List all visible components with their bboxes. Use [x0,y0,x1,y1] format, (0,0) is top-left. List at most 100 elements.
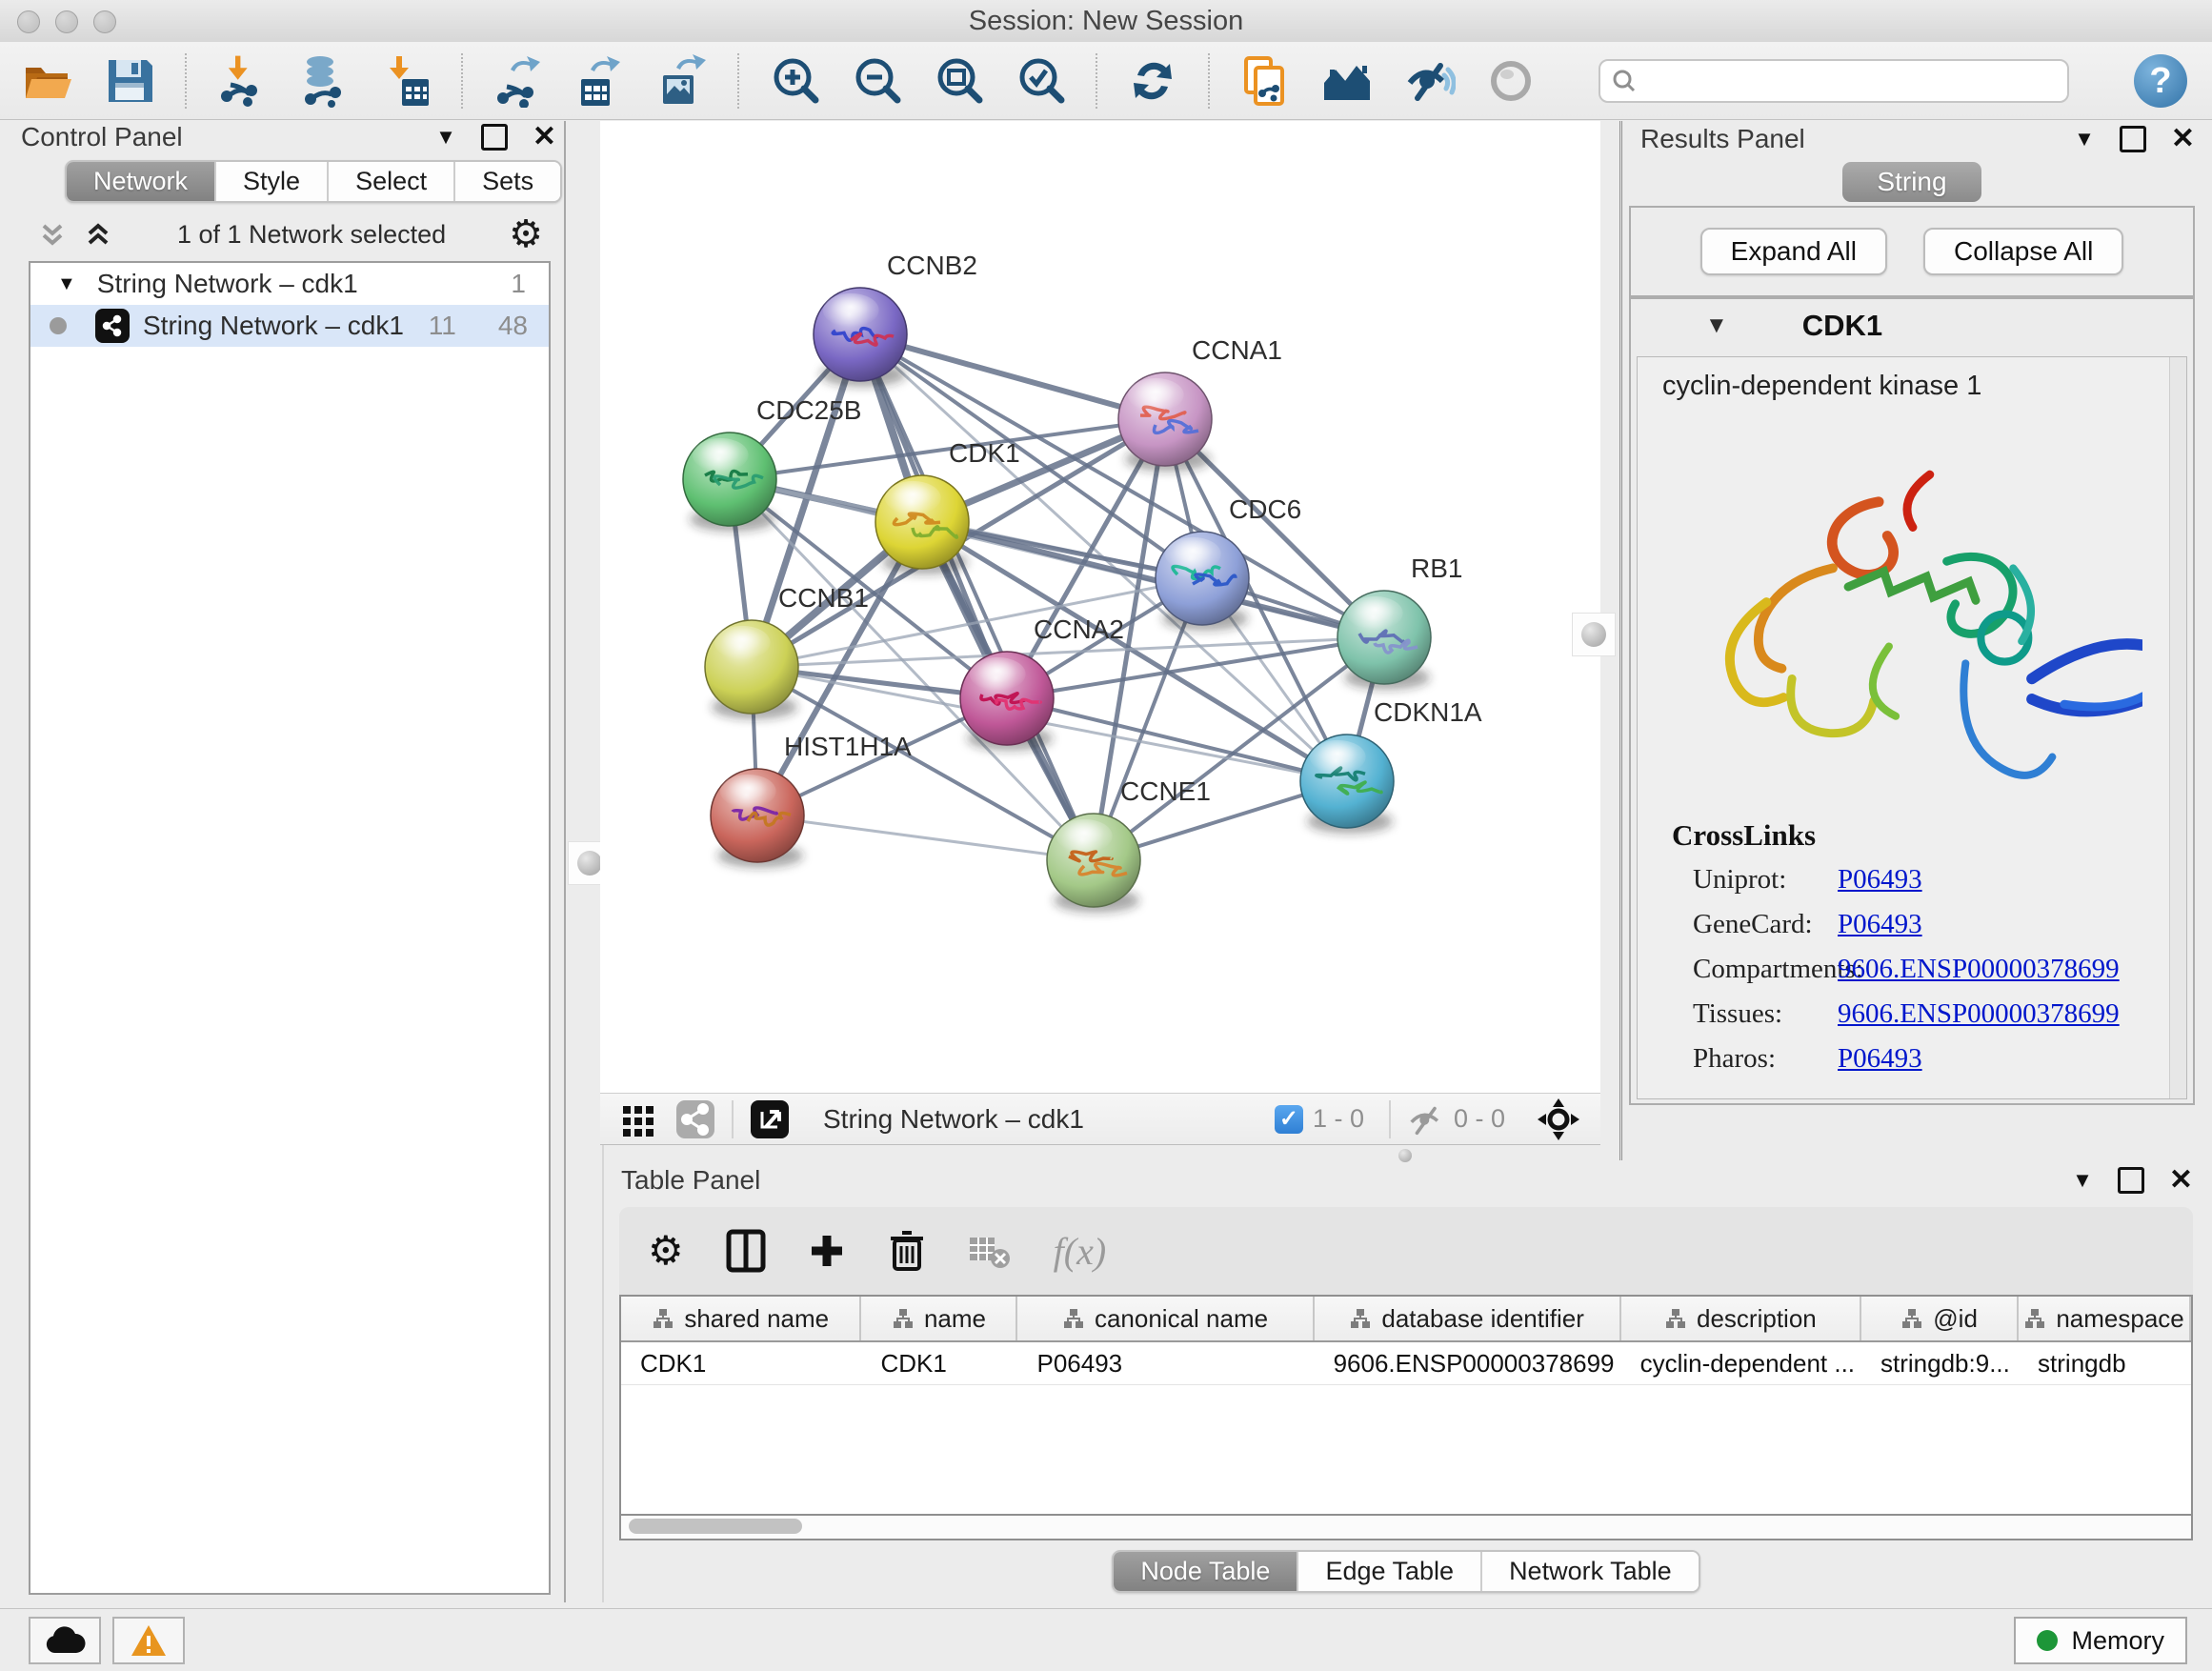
crosslink-value-link[interactable]: 9606.ENSP00000378699 [1838,998,2120,1030]
help-button[interactable]: ? [2134,54,2187,108]
tree-expander-icon[interactable]: ▼ [57,273,76,295]
table-hscrollbar-thumb[interactable] [629,1519,802,1534]
search-input[interactable] [1646,65,2056,96]
refresh-icon[interactable] [1126,54,1179,108]
tab-string[interactable]: String [1842,162,1981,202]
delete-column-icon[interactable] [888,1229,926,1273]
delete-table-icon[interactable] [968,1232,1012,1270]
columns-icon[interactable] [726,1229,766,1273]
hide-selected-icon[interactable] [1402,54,1456,108]
birdseye-icon[interactable] [1536,1097,1581,1142]
horizontal-splitter-handle[interactable] [1393,1149,1418,1162]
crosslink-value-link[interactable]: P06493 [1838,909,1922,940]
network-node-cdkn1a[interactable]: CDKN1A [1300,697,1482,834]
network-node-rb1[interactable]: RB1 [1337,554,1462,690]
search-box[interactable] [1599,59,2069,103]
tab-sets[interactable]: Sets [455,162,560,201]
zoom-selected-icon[interactable] [1014,54,1067,108]
network-node-ccnb1[interactable]: CCNB1 [705,583,869,719]
column-header-name[interactable]: name [861,1297,1017,1340]
zoom-in-icon[interactable] [768,54,821,108]
expand-all-button[interactable]: Expand All [1700,228,1887,275]
collapse-all-icon[interactable] [36,218,69,251]
column-header-label: database identifier [1381,1304,1583,1334]
tab-network-table[interactable]: Network Table [1482,1552,1699,1591]
network-badge-gray-icon[interactable] [674,1098,716,1140]
panel-close-icon[interactable]: ✕ [2171,129,2195,150]
export-image-icon[interactable] [655,54,709,108]
warnings-button[interactable] [112,1617,185,1664]
network-edge[interactable] [860,334,1094,860]
copy-network-icon[interactable] [1238,54,1292,108]
show-all-icon[interactable] [1484,54,1538,108]
column-header-shared-name[interactable]: shared name [621,1297,861,1340]
tab-node-table[interactable]: Node Table [1114,1552,1298,1591]
tab-edge-table[interactable]: Edge Table [1298,1552,1482,1591]
table-cell[interactable]: CDK1 [861,1342,1017,1384]
table-cell[interactable]: 9606.ENSP00000378699 [1315,1342,1621,1384]
import-table-icon[interactable] [379,54,432,108]
table-cell[interactable]: CDK1 [621,1342,861,1384]
network-node-cdk1[interactable]: CDK1 [875,438,1020,574]
zoom-out-icon[interactable] [850,54,903,108]
network-canvas[interactable]: CCNB2CCNA1CDC25BCDK1CDC6RB1CCNB1CCNA2CDK… [600,121,1600,1093]
panel-menu-icon[interactable]: ▼ [2074,127,2095,151]
memory-button[interactable]: Memory [2014,1617,2187,1664]
panel-float-icon[interactable] [481,124,508,151]
network-edge[interactable] [757,815,1094,860]
network-node-ccne1[interactable]: CCNE1 [1047,776,1211,913]
table-settings-gear-icon[interactable]: ⚙ [648,1231,684,1271]
network-node-hist1h1a[interactable]: HIST1H1A [711,732,912,868]
panel-close-icon[interactable]: ✕ [2169,1170,2193,1191]
cloud-button[interactable] [29,1617,101,1664]
new-network-icon[interactable] [492,54,545,108]
gear-icon[interactable]: ⚙ [509,215,543,253]
import-network-icon[interactable] [215,54,269,108]
expand-all-icon[interactable] [82,218,114,251]
tab-network[interactable]: Network [67,162,216,201]
control-panel: Control Panel ▼ ✕ NetworkStyleSelectSets… [11,122,564,1602]
network-row-selected[interactable]: String Network – cdk1 11 48 [30,305,549,347]
add-column-icon[interactable] [808,1232,846,1270]
entry-expander-icon[interactable]: ▼ [1705,312,1728,339]
crosslink-value-link[interactable]: 9606.ENSP00000378699 [1838,954,2120,985]
detach-view-icon[interactable] [749,1098,791,1140]
entry-header[interactable]: ▼ CDK1 [1631,299,2193,352]
column-header-description[interactable]: description [1621,1297,1861,1340]
function-builder-icon[interactable]: f(x) [1054,1229,1107,1274]
import-database-icon[interactable] [297,54,351,108]
collection-count: 1 [511,269,526,299]
new-table-icon[interactable] [573,54,627,108]
table-row[interactable]: CDK1CDK1P064939606.ENSP00000378699cyclin… [621,1342,2191,1385]
table-cell[interactable]: cyclin-dependent ... [1621,1342,1861,1384]
network-collection-row[interactable]: ▼ String Network – cdk1 1 [30,263,549,305]
table-hscrollbar[interactable] [619,1516,2193,1540]
crosslink-value-link[interactable]: P06493 [1838,864,1922,896]
panel-close-icon[interactable]: ✕ [533,127,556,148]
selected-checkbox-icon[interactable]: ✓ [1275,1105,1303,1134]
right-splitter-handle[interactable] [1572,613,1616,656]
hidden-eye-icon[interactable] [1406,1100,1444,1138]
crosslink-value-link[interactable]: P06493 [1838,1043,1922,1075]
column-header-namespace[interactable]: namespace [2019,1297,2191,1340]
save-session-icon[interactable] [103,54,156,108]
column-header-canonical-name[interactable]: canonical name [1017,1297,1314,1340]
zoom-fit-icon[interactable] [932,54,985,108]
table-cell[interactable]: stringdb:9... [1861,1342,2019,1384]
panel-menu-icon[interactable]: ▼ [2072,1168,2093,1193]
tab-select[interactable]: Select [329,162,455,201]
string-network-icon [95,309,130,343]
collapse-all-button[interactable]: Collapse All [1923,228,2123,275]
panel-float-icon[interactable] [2120,126,2146,152]
open-session-icon[interactable] [21,54,74,108]
tab-style[interactable]: Style [216,162,329,201]
grid-view-icon[interactable] [619,1100,657,1138]
column-header-database-identifier[interactable]: database identifier [1315,1297,1621,1340]
panel-float-icon[interactable] [2118,1167,2144,1194]
home-icon[interactable] [1320,54,1374,108]
results-scrollbar[interactable] [2169,357,2186,1098]
table-cell[interactable]: P06493 [1018,1342,1315,1384]
column-header--id[interactable]: @id [1861,1297,2019,1340]
panel-menu-icon[interactable]: ▼ [435,125,456,150]
table-cell[interactable]: stringdb [2019,1342,2191,1384]
